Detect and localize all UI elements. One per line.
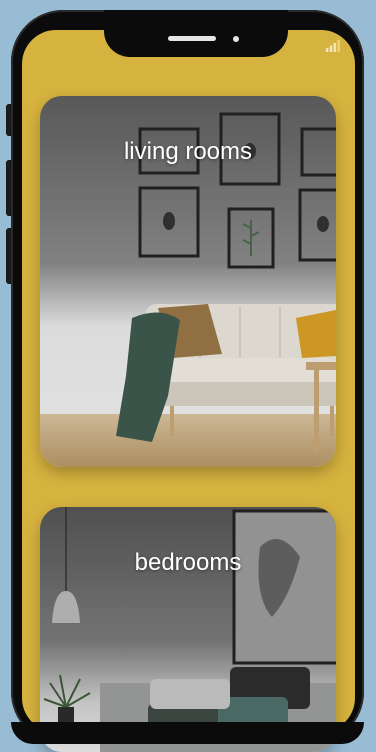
front-camera [233,36,239,42]
category-card-living-rooms[interactable]: living rooms [40,96,336,467]
notch [104,10,288,57]
category-card-bedrooms[interactable]: bedrooms [40,507,336,752]
speaker-grille [168,36,216,41]
phone-bottom-bezel [11,722,364,744]
category-title: living rooms [123,138,253,165]
bedroom-photo [40,507,336,752]
category-title: bedrooms [134,549,242,576]
signal-icon [326,40,340,52]
